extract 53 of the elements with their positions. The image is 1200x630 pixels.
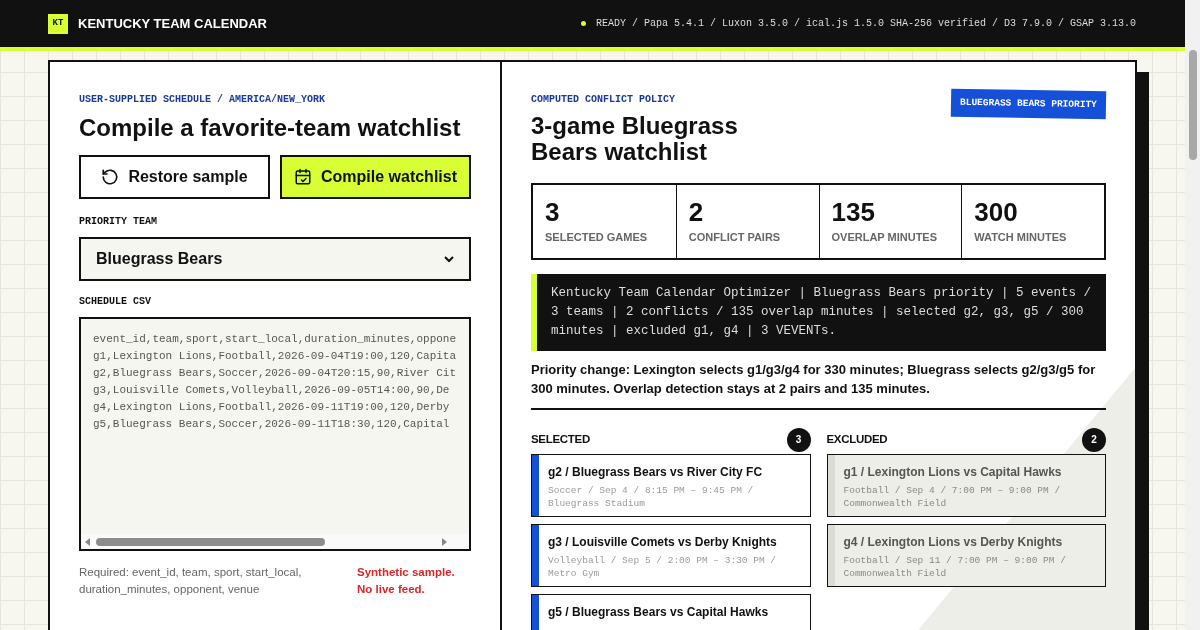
accent-stripe bbox=[532, 524, 539, 586]
list-heading: SELECTED bbox=[531, 431, 590, 447]
game-card[interactable]: g5 / Bluegrass Bears vs Capital Hawks bbox=[531, 593, 811, 630]
stat-label: OVERLAP MINUTES bbox=[831, 230, 939, 245]
stat-value: 135 bbox=[831, 197, 876, 227]
field-label: SCHEDULE CSV bbox=[79, 295, 152, 309]
stat-label: CONFLICT PAIRS bbox=[688, 230, 782, 245]
game-title: g1 / Lexington Lions vs Capital Hawks bbox=[843, 463, 1063, 481]
accent-stripe bbox=[827, 454, 835, 516]
app-title: KENTUCKY TEAM CALENDAR bbox=[78, 14, 267, 33]
stat-label: SELECTED GAMES bbox=[545, 230, 649, 245]
stat-value: 2 bbox=[688, 197, 705, 227]
panel-heading: Compile a favorite-team watchlist bbox=[79, 113, 462, 143]
game-title: g2 / Bluegrass Bears vs River City FC bbox=[548, 463, 764, 481]
game-meta: Volleyball / Sep 5 / 2:00 PM – 3:30 PM / Metro Gym bbox=[548, 553, 778, 580]
game-title: g3 / Louisville Comets vs Derby Knights bbox=[548, 533, 778, 551]
game-meta: Soccer / Sep 4 / 8:15 PM – 9:45 PM / Bluegrass Stadium bbox=[548, 483, 755, 510]
calendar-check-icon bbox=[294, 168, 312, 186]
horizontal-scrollbar[interactable] bbox=[81, 534, 469, 549]
game-title: g5 / Bluegrass Bears vs Capital Hawks bbox=[548, 603, 769, 621]
accent-stripe bbox=[532, 454, 539, 516]
status-text: READY / Papa 5.4.1 / Luxon 3.5.0 / ical.js 1.5.0 SHA-256 verified / D3 7.9.0 / GSAP 3.13.0 bbox=[595, 17, 1136, 31]
logo: KT bbox=[48, 13, 68, 34]
game-card[interactable]: g1 / Lexington Lions vs Capital Hawks Football / Sep 4 / 7:00 PM – 9:00 PM / Commonwealth Field bbox=[826, 453, 1106, 517]
priority-team-select[interactable]: Bluegrass Bears bbox=[79, 237, 471, 281]
game-card[interactable]: g3 / Louisville Comets vs Derby Knights Volleyball / Sep 5 / 2:00 PM – 3:30 PM / Metro Gym bbox=[531, 523, 811, 587]
restore-sample-button[interactable]: Restore sample bbox=[79, 155, 270, 199]
chevron-down-icon bbox=[444, 255, 454, 263]
restore-icon bbox=[101, 168, 120, 186]
panel-heading: 3-game Bluegrass Bears watchlist bbox=[531, 113, 739, 165]
field-label: PRIORITY TEAM bbox=[79, 215, 158, 229]
section-eyebrow: COMPUTED CONFLICT POLICY bbox=[531, 93, 677, 107]
section-eyebrow: USER-SUPPLIED SCHEDULE / AMERICA/NEW_YORK bbox=[79, 93, 327, 107]
stat-label: WATCH MINUTES bbox=[974, 230, 1068, 245]
summary-text: Kentucky Team Calendar Optimizer | Bluegrass Bears priority | 5 events / 3 teams | 2 conflicts / 135 overlap minutes | selected g2, g3, g5 / 300 minutes | excluded g1, g4 | 3 VEVENTs. bbox=[531, 273, 1106, 351]
count-badge: 3 bbox=[786, 427, 811, 452]
priority-change-text: Priority change: Lexington selects g1/g3/g4 for 330 minutes; Bluegrass selects g2/g3/g5 for 300 minutes. Overlap detection stays at 2 pairs and 135 minutes. bbox=[531, 359, 1106, 410]
stat-value: 300 bbox=[974, 197, 1019, 227]
game-meta: Football / Sep 11 / 7:00 PM – 9:00 PM / Commonwealth Field bbox=[843, 553, 1067, 580]
schedule-csv-field[interactable]: event_id,team,sport,start_local,duration_minutes,oppone g1,Lexington Lions,Football,2026-09-04T19:00,120,Capita g2,Bluegrass Bears,Soccer,2026-09-04T20:15,90,River Cit g3,Louisville Comets,Volleyball,2026-09-05T14:00,90,De g4,Lexington Lions,Football,2026-09-11T19:00,120,Derby g5,Bluegrass Bears,Soccer,2026-09-11T18:30,120,Capital bbox=[79, 317, 471, 551]
warning-text: Synthetic sample. bbox=[357, 565, 455, 580]
compile-watchlist-button[interactable]: Compile watchlist bbox=[280, 155, 471, 199]
warning-text: No live feed. bbox=[357, 582, 426, 597]
game-meta: Football / Sep 4 / 7:00 PM – 9:00 PM / Commonwealth Field bbox=[843, 483, 1062, 510]
accent-stripe bbox=[827, 524, 835, 586]
list-heading: EXCLUDED bbox=[826, 431, 888, 447]
required-note: Required: event_id, team, sport, start_local, duration_minutes, opponent, venue bbox=[79, 565, 303, 597]
priority-badge: BLUEGRASS BEARS PRIORITY bbox=[950, 88, 1107, 120]
game-card[interactable]: g2 / Bluegrass Bears vs River City FC Soccer / Sep 4 / 8:15 PM – 9:45 PM / Bluegrass Stadium bbox=[531, 453, 811, 517]
stat-value: 3 bbox=[545, 197, 561, 227]
game-card[interactable]: g4 / Lexington Lions vs Derby Knights Football / Sep 11 / 7:00 PM – 9:00 PM / Commonwealth Field bbox=[826, 523, 1106, 587]
scrollbar[interactable] bbox=[1185, 0, 1200, 630]
game-title: g4 / Lexington Lions vs Derby Knights bbox=[843, 533, 1064, 551]
